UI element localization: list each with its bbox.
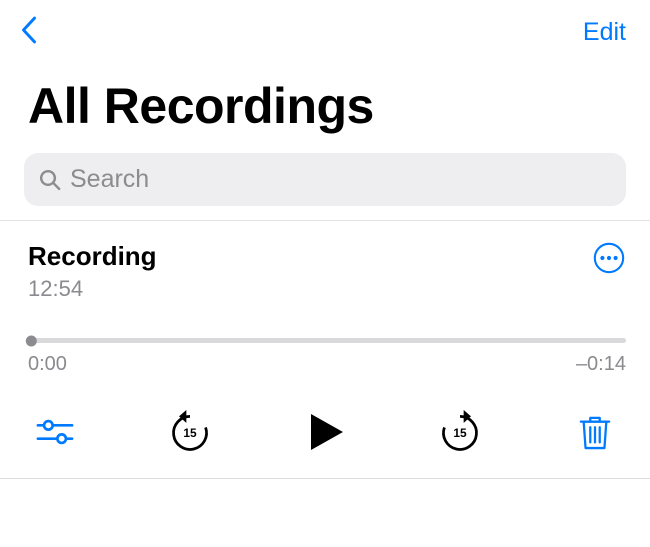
elapsed-time: 0:00 [28,353,67,376]
sliders-icon [36,417,74,447]
trash-icon [578,413,612,451]
page-title: All Recordings [0,59,650,143]
ellipsis-circle-icon [592,241,626,275]
search-field[interactable] [24,153,626,206]
edit-button[interactable]: Edit [583,18,626,47]
recording-item[interactable]: Recording 12:54 0:00 –0:14 [0,221,650,376]
svg-text:15: 15 [453,426,467,440]
svg-text:15: 15 [183,426,197,440]
divider [0,478,650,479]
recording-timestamp: 12:54 [28,276,157,302]
scrubber-thumb[interactable] [26,335,37,346]
recording-title: Recording [28,241,157,272]
skip-back-button[interactable]: 15 [165,410,215,454]
play-button[interactable] [300,410,350,454]
search-input[interactable] [70,165,612,194]
playback-options-button[interactable] [30,417,80,447]
skip-back-15-icon: 15 [168,410,212,454]
back-button[interactable] [18,14,40,51]
play-icon [303,410,347,454]
more-options-button[interactable] [592,241,626,280]
delete-button[interactable] [570,413,620,451]
scrubber-track[interactable] [28,338,626,343]
remaining-time: –0:14 [576,353,626,376]
skip-forward-button[interactable]: 15 [435,410,485,454]
playback-scrubber[interactable]: 0:00 –0:14 [28,338,626,376]
chevron-left-icon [18,14,40,46]
skip-forward-15-icon: 15 [438,410,482,454]
search-icon [38,168,62,192]
